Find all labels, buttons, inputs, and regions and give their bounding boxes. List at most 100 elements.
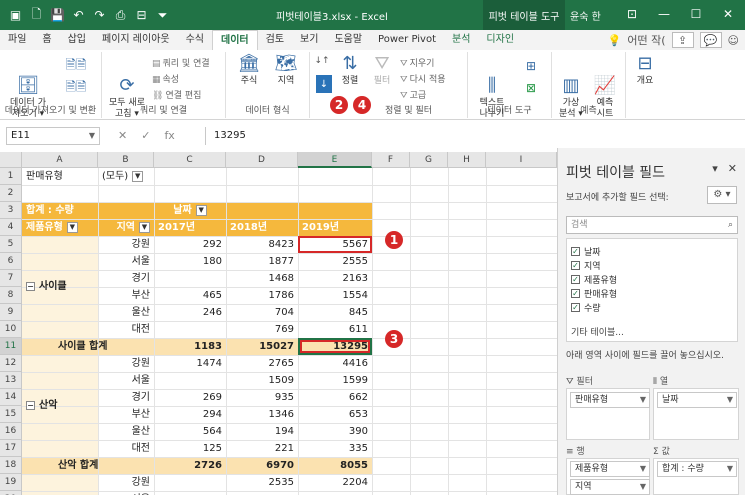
- region-cell[interactable]: 서울: [98, 253, 154, 270]
- row-header[interactable]: 2: [0, 185, 22, 202]
- region-cell[interactable]: 울산: [98, 423, 154, 440]
- value-cell[interactable]: 1468: [226, 270, 298, 287]
- field-item[interactable]: ✓ 판매유형: [571, 287, 617, 300]
- row-header[interactable]: 12: [0, 355, 22, 372]
- value-cell[interactable]: 653: [298, 406, 372, 423]
- value-cell[interactable]: 2163: [298, 270, 372, 287]
- row-header[interactable]: 11: [0, 338, 22, 355]
- chevron-down-icon[interactable]: ▾: [712, 162, 718, 175]
- field-item[interactable]: ✓ 제품유형: [571, 273, 617, 286]
- chevron-down-icon[interactable]: ▼: [66, 221, 78, 233]
- get-data-button[interactable]: 🗄 데이터 가 져오기 ▾: [4, 54, 52, 131]
- region-cell[interactable]: 경기: [98, 389, 154, 406]
- year-header[interactable]: 2018년: [226, 219, 298, 236]
- group-name-cell[interactable]: − 사이클: [22, 278, 98, 295]
- close-icon[interactable]: ✕: [728, 162, 737, 175]
- row-header[interactable]: 6: [0, 253, 22, 270]
- checkbox-icon[interactable]: ✓: [571, 261, 580, 270]
- properties-button[interactable]: ▦ 속성: [152, 72, 179, 85]
- value-cell[interactable]: [154, 474, 226, 491]
- filter-button[interactable]: ⛛ 필터: [368, 54, 396, 87]
- value-cell[interactable]: 935: [226, 389, 298, 406]
- checkbox-icon[interactable]: ✓: [571, 247, 580, 256]
- value-cell[interactable]: 1877: [226, 253, 298, 270]
- column-chip[interactable]: 날짜 ▼: [657, 392, 737, 408]
- redo-icon[interactable]: ↷: [90, 6, 109, 24]
- row-header[interactable]: 16: [0, 423, 22, 440]
- row-header[interactable]: 20: [0, 491, 22, 495]
- sort-za-button[interactable]: ↓↑: [314, 56, 330, 67]
- tell-me-input[interactable]: 어떤 작(: [627, 32, 665, 48]
- value-cell[interactable]: 194: [226, 423, 298, 440]
- tab-11[interactable]: 디자인: [478, 30, 522, 50]
- worksheet-grid[interactable]: ABCDEFGHI1234567891011121314151617181920…: [0, 152, 557, 495]
- minimize-icon[interactable]: —: [651, 4, 677, 24]
- collapse-icon[interactable]: −: [26, 282, 35, 291]
- field-item[interactable]: ✓ 지역: [571, 259, 601, 272]
- region-cell[interactable]: 서울: [98, 372, 154, 389]
- rows-area[interactable]: 제품유형 ▼ 지역 ▼: [566, 458, 650, 495]
- value-cell[interactable]: [154, 270, 226, 287]
- share-icon[interactable]: ⇪: [671, 32, 694, 48]
- region-cell[interactable]: 부산: [98, 287, 154, 304]
- text-to-columns-button[interactable]: ⫼ 텍스트 나누기: [472, 54, 512, 131]
- tab-2[interactable]: 삽입: [60, 30, 94, 50]
- queries-connections-button[interactable]: ▤ 쿼리 및 연결: [152, 56, 210, 69]
- column-header[interactable]: I: [486, 152, 557, 168]
- column-header[interactable]: H: [448, 152, 486, 168]
- values-field-label[interactable]: 합계 : 수량: [22, 202, 142, 219]
- region-cell[interactable]: 강원: [98, 236, 154, 253]
- select-all-corner[interactable]: [0, 152, 22, 168]
- value-cell[interactable]: 8423: [226, 236, 298, 253]
- row-header[interactable]: 19: [0, 474, 22, 491]
- region-cell[interactable]: 강원: [98, 474, 154, 491]
- value-cell[interactable]: 1474: [154, 355, 226, 372]
- filter-field-label[interactable]: 판매유형: [22, 168, 98, 185]
- chevron-down-icon[interactable]: ▼: [139, 221, 150, 233]
- value-cell[interactable]: 2765: [226, 355, 298, 372]
- screen-icon[interactable]: ⊟: [132, 6, 151, 24]
- forecast-sheet-button[interactable]: 📈 예측 시트: [590, 54, 620, 131]
- region-cell[interactable]: 강원: [98, 355, 154, 372]
- filter-chip[interactable]: 판매유형 ▼: [570, 392, 650, 408]
- region-cell[interactable]: 대전: [98, 440, 154, 457]
- smiley-icon[interactable]: ☺: [728, 34, 739, 47]
- row-header[interactable]: 17: [0, 440, 22, 457]
- name-box[interactable]: E11 ▼: [6, 127, 100, 145]
- row-header[interactable]: 4: [0, 219, 22, 236]
- value-cell[interactable]: 845: [298, 304, 372, 321]
- value-cell[interactable]: 2535: [226, 474, 298, 491]
- column-header[interactable]: G: [410, 152, 448, 168]
- row-header[interactable]: 18: [0, 457, 22, 474]
- restore-icon[interactable]: ☐: [683, 4, 709, 24]
- region-cell[interactable]: 대전: [98, 321, 154, 338]
- tab-1[interactable]: 홈: [34, 30, 59, 50]
- row-chip-product[interactable]: 제품유형 ▼: [570, 461, 650, 477]
- columns-area[interactable]: 날짜 ▼: [653, 388, 739, 440]
- refresh-all-button[interactable]: ⟳ 모두 새로 고침 ▾: [106, 54, 148, 131]
- value-cell[interactable]: 507: [154, 491, 226, 495]
- value-cell[interactable]: 704: [226, 304, 298, 321]
- checkbox-icon[interactable]: ✓: [571, 303, 580, 312]
- outline-button[interactable]: ⊟ 개요: [630, 54, 660, 87]
- new-icon[interactable]: 🗋: [27, 6, 46, 24]
- field-item[interactable]: ✓ 날짜: [571, 245, 601, 258]
- checkbox-icon[interactable]: ✓: [571, 275, 580, 284]
- value-cell[interactable]: 564: [154, 423, 226, 440]
- region-cell[interactable]: 서울: [98, 491, 154, 495]
- edit-links-button[interactable]: ⛓ 연결 편집: [152, 88, 201, 101]
- subtotal-value[interactable]: 15027: [226, 338, 298, 355]
- tab-7[interactable]: 보기: [292, 30, 326, 50]
- value-cell[interactable]: 769: [226, 321, 298, 338]
- subtotal-value[interactable]: 8055: [298, 457, 372, 474]
- tab-5[interactable]: 데이터: [212, 30, 258, 50]
- value-cell[interactable]: 335: [298, 440, 372, 457]
- row-header[interactable]: 13: [0, 372, 22, 389]
- value-cell[interactable]: 1554: [298, 287, 372, 304]
- column-header[interactable]: A: [22, 152, 98, 168]
- row-field-label-product[interactable]: 제품유형 ▼: [22, 219, 98, 236]
- values-area[interactable]: 합계 : 수량 ▼: [653, 458, 739, 495]
- chevron-down-icon[interactable]: ▼: [132, 170, 144, 182]
- column-header[interactable]: E: [298, 152, 372, 168]
- tab-4[interactable]: 수식: [178, 30, 212, 50]
